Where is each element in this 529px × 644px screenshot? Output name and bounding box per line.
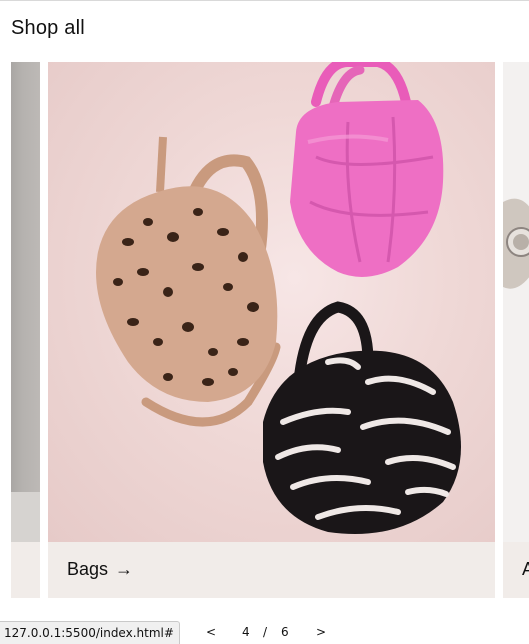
card-image: [503, 62, 529, 542]
bags-product-image: [48, 62, 495, 542]
previous-page-button[interactable]: <: [206, 621, 216, 643]
page-separator: /: [263, 625, 268, 639]
section-title: Shop all: [11, 17, 85, 39]
card-label-text: Bags: [67, 559, 109, 579]
carousel-card-bags[interactable]: Bags →: [48, 62, 495, 598]
card-image: [11, 62, 40, 542]
next-page-button[interactable]: >: [316, 621, 326, 643]
top-divider: [0, 0, 529, 1]
leopard-bag: [96, 136, 281, 427]
pink-bag: [290, 62, 444, 277]
total-pages: 6: [281, 625, 289, 639]
browser-status-url: 127.0.0.1:5500/index.html#: [0, 621, 180, 644]
accessories-illustration: [503, 198, 529, 289]
carousel-card-previous[interactable]: [11, 62, 40, 598]
zebra-bag: [263, 301, 461, 534]
card-label-text: A: [522, 559, 529, 579]
bags-category-link[interactable]: Bags →: [67, 559, 133, 580]
carousel-pager: < 4 / 6 >: [200, 621, 340, 643]
category-carousel[interactable]: Bags → A: [0, 62, 529, 598]
current-page: 4: [242, 625, 250, 639]
bags-illustration: [96, 62, 461, 534]
right-arrow-icon: →: [115, 559, 134, 579]
carousel-card-next[interactable]: A: [503, 62, 529, 598]
